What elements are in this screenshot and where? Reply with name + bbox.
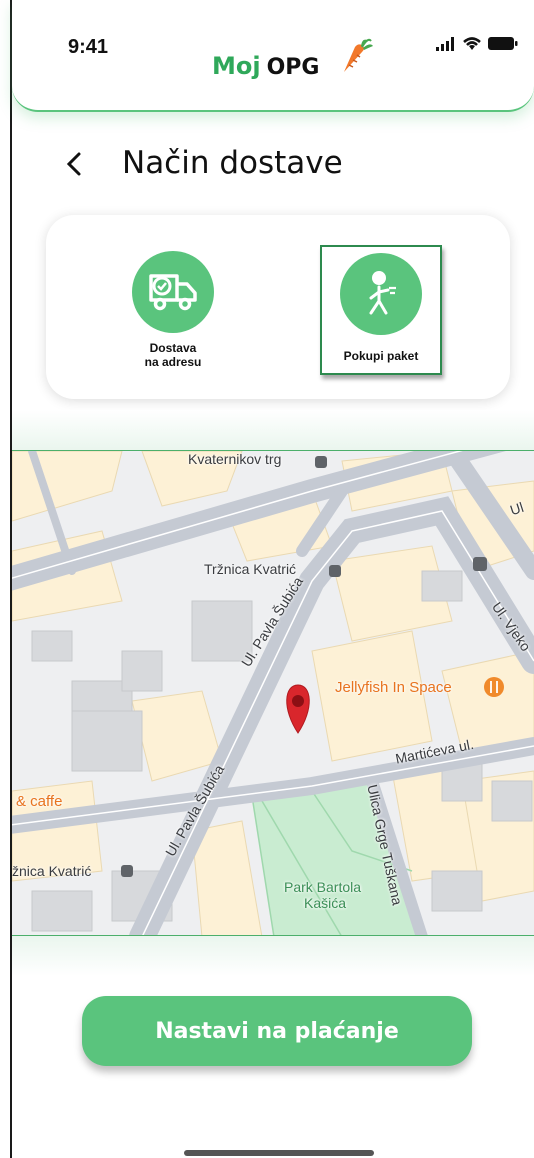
continue-to-payment-button[interactable]: Nastavi na plaćanje <box>82 996 472 1066</box>
option-delivery-to-address[interactable]: Dostava na adresu <box>130 251 216 369</box>
brand-opg: OPG <box>266 55 320 80</box>
carrot-icon <box>340 38 374 78</box>
status-icons <box>436 36 518 55</box>
map-label: Tržnica Kvatrić <box>204 561 297 577</box>
status-time: 9:41 <box>68 36 109 58</box>
battery-icon <box>488 36 518 55</box>
map-label: Jellyfish In Space <box>335 679 452 696</box>
map-view[interactable]: Kvaternikov trg Tržnica Kvatrić Ul. Pavl… <box>12 450 534 936</box>
option-pickup-package[interactable]: Pokupi paket <box>320 245 442 375</box>
map-label: Park Bartola <box>284 879 362 895</box>
option-label: Pokupi paket <box>343 349 419 363</box>
map-label: Kašića <box>304 895 347 911</box>
brand-moj: Moj <box>212 52 261 80</box>
chevron-left-icon <box>65 151 83 181</box>
map-label: žnica Kvatrić <box>12 863 92 879</box>
wifi-icon <box>462 36 482 55</box>
walking-person-icon <box>340 253 422 335</box>
brand-logo: Moj OPG <box>212 52 320 80</box>
map-label: Kvaternikov trg <box>188 451 282 467</box>
option-label: Dostava na adresu <box>144 341 202 369</box>
delivery-method-card: Dostava na adresu Pokupi paket <box>46 215 510 399</box>
section-divider <box>12 936 534 976</box>
app-header: 9:41 Moj OPG <box>12 0 534 112</box>
signal-icon <box>436 36 456 55</box>
delivery-truck-icon <box>132 251 214 333</box>
section-divider <box>12 410 534 450</box>
page-title: Način dostave <box>122 145 343 181</box>
home-indicator[interactable] <box>184 1150 374 1156</box>
back-button[interactable] <box>56 146 92 186</box>
map-label: & caffe <box>16 793 63 810</box>
